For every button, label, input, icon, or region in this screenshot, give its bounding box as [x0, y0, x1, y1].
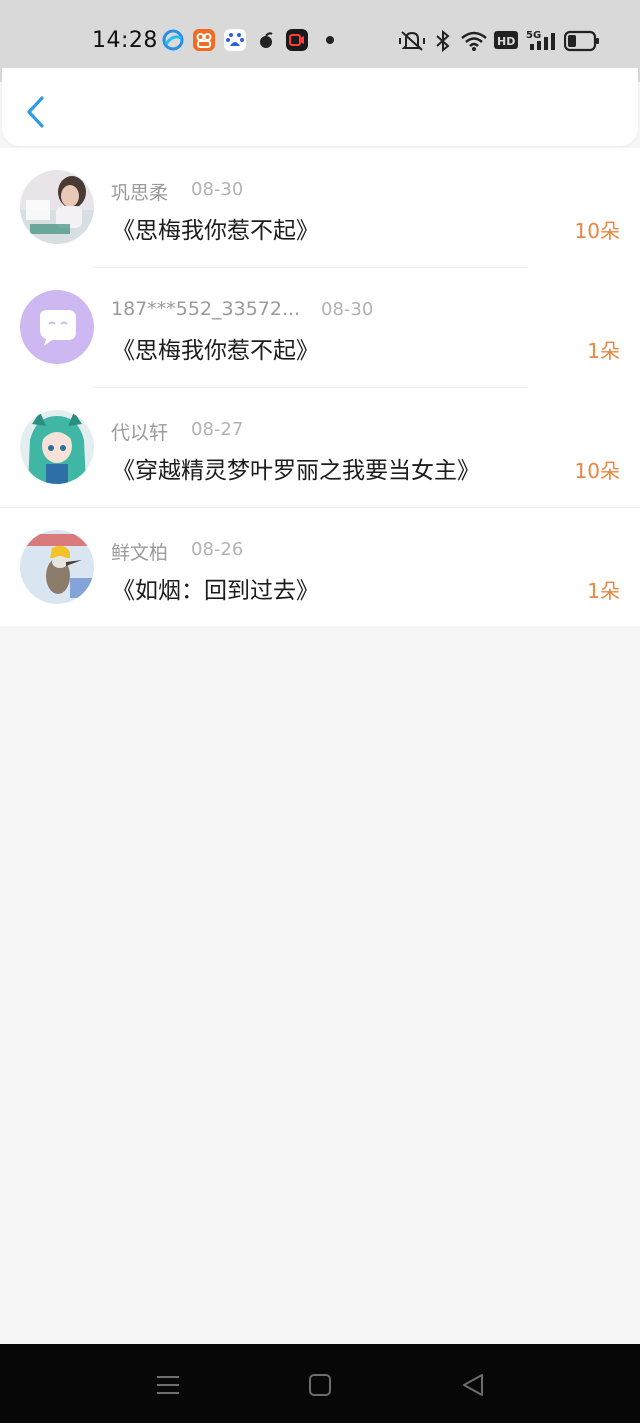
back-icon[interactable]: [458, 1370, 488, 1400]
sender-name: 代以轩: [111, 422, 169, 444]
list-item[interactable]: 鲜文柏 08-26 《如烟：回到过去》 1朵: [0, 508, 640, 628]
book-title: 《穿越精灵梦叶罗丽之我要当女主》: [112, 458, 480, 484]
header-bar: [2, 68, 638, 146]
menu-icon[interactable]: [153, 1370, 183, 1400]
hd-icon: HD: [493, 28, 519, 54]
default-chat-avatar[interactable]: [20, 290, 94, 364]
dot-icon: [326, 36, 334, 44]
peach-app-icon: [255, 29, 277, 51]
chevron-left-icon: [27, 96, 44, 128]
anime-avatar[interactable]: [20, 410, 94, 484]
wifi-icon: [460, 28, 488, 54]
5g-signal-icon: 5G: [526, 28, 556, 54]
browser-app-icon: [162, 29, 184, 51]
send-date: 08-27: [191, 419, 244, 440]
flower-count: 10朵: [574, 459, 620, 483]
list-item[interactable]: 代以轩 08-27 《穿越精灵梦叶罗丽之我要当女主》 10朵: [0, 388, 640, 508]
send-date: 08-30: [321, 299, 374, 320]
book-title: 《思梅我你惹不起》: [112, 218, 319, 244]
bluetooth-icon: [434, 28, 452, 54]
send-date: 08-30: [191, 179, 244, 200]
baidu-app-icon: [224, 29, 246, 51]
list-item[interactable]: 187***552_33572... 08-30 《思梅我你惹不起》 1朵: [0, 268, 640, 388]
network-label: 5G: [526, 30, 541, 41]
sender-name: 187***552_33572...: [111, 298, 301, 320]
bird-avatar[interactable]: [20, 530, 94, 604]
list-item[interactable]: 巩思柔 08-30 《思梅我你惹不起》 10朵: [0, 148, 640, 268]
send-date: 08-26: [191, 539, 244, 560]
mute-vibrate-icon: [398, 28, 426, 54]
kuaishou-app-icon: [193, 29, 215, 51]
sender-name: 巩思柔: [111, 182, 169, 204]
flower-count: 1朵: [587, 579, 620, 603]
book-title: 《如烟：回到过去》: [112, 578, 319, 604]
system-nav-bar: [0, 1344, 640, 1423]
book-title: 《思梅我你惹不起》: [112, 338, 319, 364]
flower-count: 1朵: [587, 339, 620, 363]
screen-record-icon: [286, 29, 308, 51]
flower-count: 10朵: [574, 219, 620, 243]
sender-name: 鲜文柏: [111, 542, 169, 564]
gift-record-list: 巩思柔 08-30 《思梅我你惹不起》 10朵 187***552_33572.…: [0, 148, 640, 626]
status-time: 14:28: [92, 28, 158, 53]
home-icon[interactable]: [305, 1370, 335, 1400]
back-button[interactable]: [22, 94, 52, 130]
battery-icon: [564, 28, 600, 54]
photo-avatar[interactable]: [20, 170, 94, 244]
hd-label: HD: [497, 35, 515, 48]
